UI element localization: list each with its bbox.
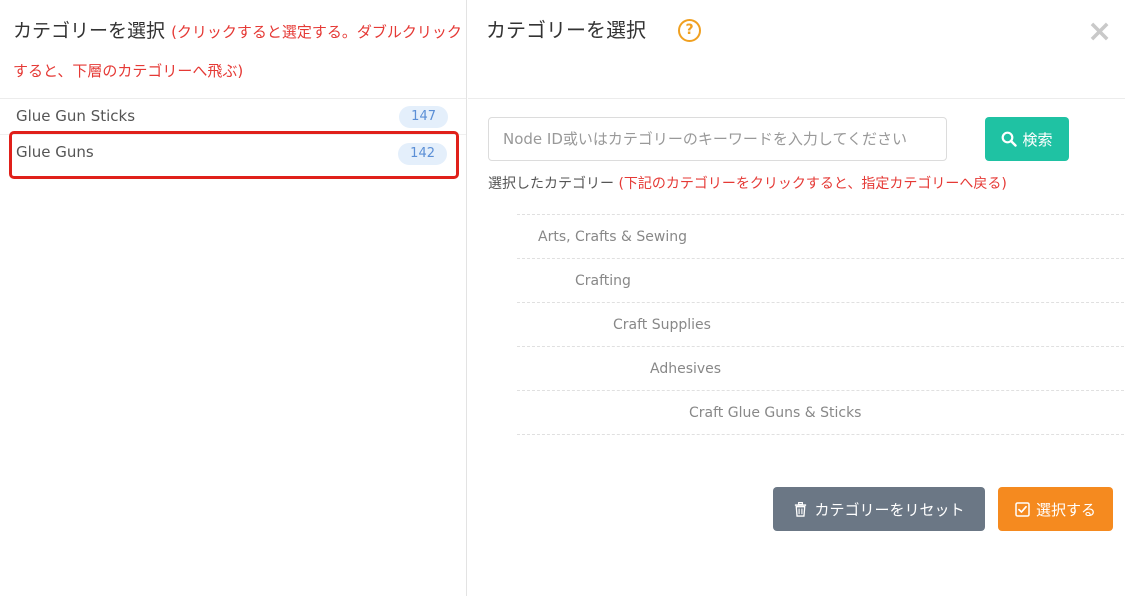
category-item-glue-gun-sticks[interactable]: Glue Gun Sticks 147 xyxy=(0,99,466,135)
breadcrumb-item[interactable]: Craft Glue Guns & Sticks xyxy=(517,391,1124,435)
category-item-glue-guns[interactable]: Glue Guns 142 xyxy=(9,131,459,179)
select-button[interactable]: 選択する xyxy=(998,487,1113,531)
search-button[interactable]: 検索 xyxy=(985,117,1069,161)
selection-pane: カテゴリーを選択 ? × 検索 選択したカテゴリー (下記のカテゴリーをクリック… xyxy=(468,0,1125,596)
category-item-label: Glue Gun Sticks xyxy=(16,107,136,125)
category-count-badge: 147 xyxy=(399,106,448,128)
selected-category-path: Arts, Crafts & Sewing Crafting Craft Sup… xyxy=(517,214,1124,435)
search-input[interactable] xyxy=(488,117,947,161)
breadcrumb-item[interactable]: Crafting xyxy=(517,259,1124,303)
close-icon[interactable]: × xyxy=(1087,17,1112,47)
left-title-block: カテゴリーを選択 (クリックすると選定する。ダブルクリックすると、下層のカテゴリ… xyxy=(13,12,463,90)
category-item-label: Glue Guns xyxy=(16,143,94,161)
trash-icon xyxy=(795,501,807,517)
reset-category-button[interactable]: カテゴリーをリセット xyxy=(773,487,985,531)
checkbox-icon xyxy=(1015,501,1030,517)
selected-category-caption: 選択したカテゴリー (下記のカテゴリーをクリックすると、指定カテゴリーへ戻る) xyxy=(488,174,1007,194)
selected-category-label: 選択したカテゴリー xyxy=(488,176,614,192)
left-title: カテゴリーを選択 xyxy=(13,20,166,42)
selected-category-hint: (下記のカテゴリーをクリックすると、指定カテゴリーへ戻る) xyxy=(618,176,1007,192)
right-title: カテゴリーを選択 xyxy=(486,18,646,42)
question-circle-icon[interactable]: ? xyxy=(678,19,701,42)
search-button-label: 検索 xyxy=(1022,130,1053,149)
breadcrumb-item[interactable]: Adhesives xyxy=(517,347,1124,391)
breadcrumb-item[interactable]: Arts, Crafts & Sewing xyxy=(517,215,1124,259)
category-count-badge: 142 xyxy=(398,143,447,165)
divider xyxy=(468,98,1125,99)
reset-button-label: カテゴリーをリセット xyxy=(814,500,965,519)
breadcrumb-item[interactable]: Craft Supplies xyxy=(517,303,1124,347)
category-list-pane: カテゴリーを選択 (クリックすると選定する。ダブルクリックすると、下層のカテゴリ… xyxy=(0,0,467,596)
select-button-label: 選択する xyxy=(1035,500,1096,519)
magnifier-icon xyxy=(1002,131,1018,147)
